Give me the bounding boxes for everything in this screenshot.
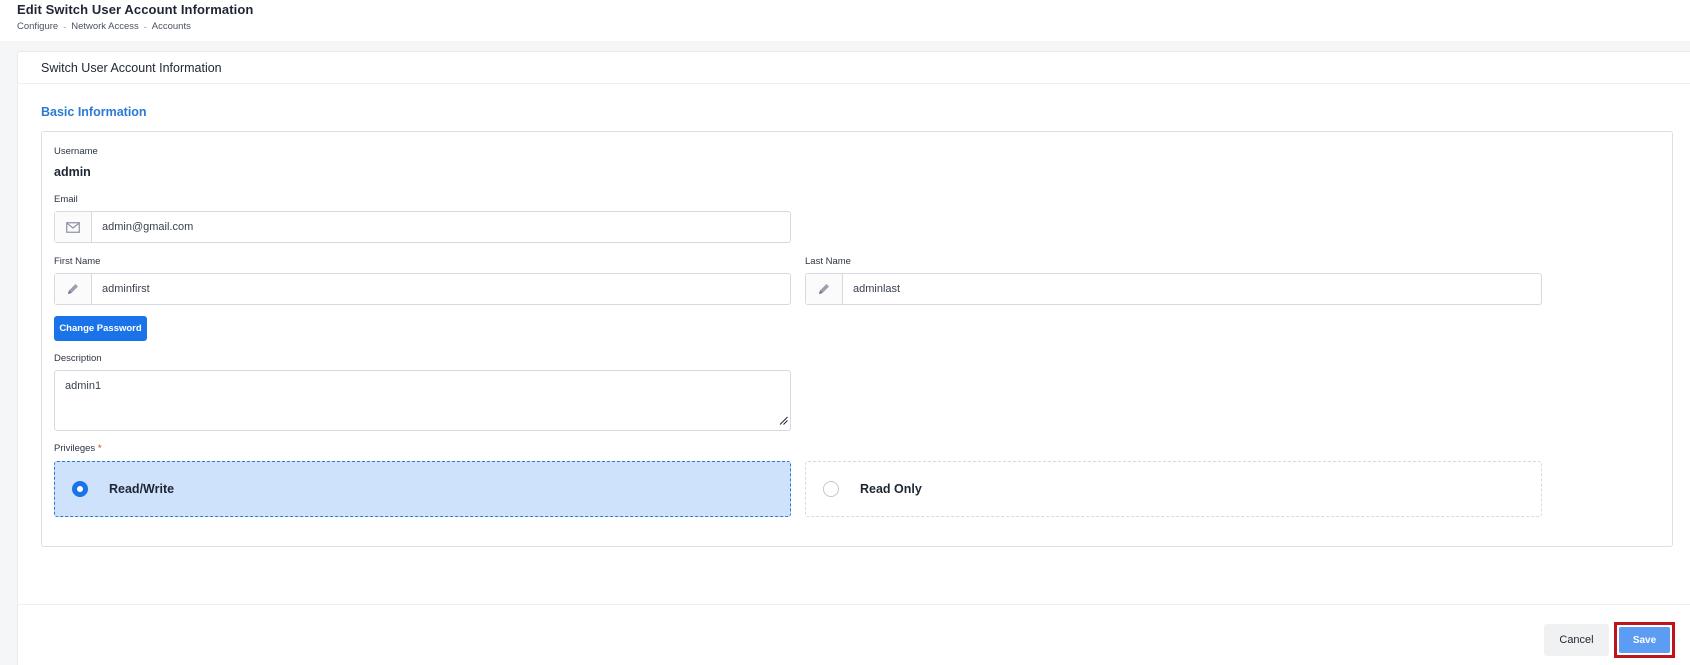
description-textarea[interactable]: admin1 — [54, 370, 791, 431]
breadcrumb-accounts[interactable]: Accounts — [152, 21, 191, 32]
pencil-icon — [55, 274, 92, 304]
cancel-button[interactable]: Cancel — [1544, 624, 1609, 656]
last-name-field[interactable] — [843, 274, 1541, 304]
email-field[interactable] — [92, 212, 790, 242]
first-name-input-group — [54, 273, 791, 305]
change-password-button[interactable]: Change Password — [54, 316, 147, 341]
privilege-option-label: Read/Write — [109, 482, 175, 496]
last-name-input-group — [805, 273, 1542, 305]
save-button-highlight: Save — [1614, 622, 1675, 658]
description-value: admin1 — [65, 380, 102, 392]
privilege-option-read-only[interactable]: Read Only — [805, 461, 1542, 517]
radio-selected[interactable] — [72, 481, 88, 497]
last-name-label: Last Name — [805, 256, 851, 267]
breadcrumb-configure[interactable]: Configure — [17, 21, 58, 32]
footer-divider — [18, 604, 1690, 605]
divider — [18, 83, 1690, 84]
username-value: admin — [54, 165, 91, 179]
save-button[interactable]: Save — [1619, 627, 1670, 653]
first-name-field[interactable] — [92, 274, 790, 304]
username-label: Username — [54, 146, 98, 157]
privilege-option-read-write[interactable]: Read/Write — [54, 461, 791, 517]
privileges-label: Privileges * — [54, 443, 102, 454]
radio-unselected[interactable] — [823, 481, 839, 497]
breadcrumb-separator: - — [143, 21, 147, 32]
resize-grip-icon[interactable] — [779, 416, 788, 428]
breadcrumb: Configure - Network Access - Accounts — [17, 21, 191, 32]
card-title: Switch User Account Information — [41, 61, 222, 75]
description-label: Description — [54, 353, 102, 364]
pencil-icon — [806, 274, 843, 304]
required-mark: * — [97, 443, 102, 454]
section-title: Basic Information — [41, 105, 147, 119]
first-name-label: First Name — [54, 256, 101, 267]
breadcrumb-network-access[interactable]: Network Access — [71, 21, 139, 32]
mail-icon — [55, 212, 92, 242]
breadcrumb-separator: - — [63, 21, 67, 32]
email-label: Email — [54, 194, 78, 205]
privileges-label-text: Privileges — [54, 443, 96, 454]
page-title: Edit Switch User Account Information — [17, 2, 254, 17]
basic-information-box: Username admin Email First Name Last Na — [41, 131, 1673, 547]
page-header: Edit Switch User Account Information Con… — [0, 0, 1690, 41]
email-input-group — [54, 211, 791, 243]
privilege-option-label: Read Only — [860, 482, 922, 496]
account-card: Switch User Account Information Basic In… — [17, 51, 1690, 665]
